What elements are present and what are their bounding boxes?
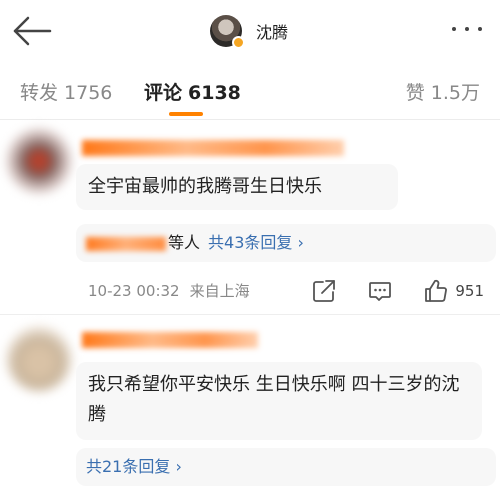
comment-reply-icon[interactable]: [367, 278, 393, 304]
active-tab-indicator: [169, 112, 203, 116]
comment-location: 来自上海: [189, 282, 250, 300]
tab-repost[interactable]: 转发 1756: [20, 78, 112, 105]
thumbs-up-icon[interactable]: [423, 278, 449, 304]
like-count: 951: [455, 282, 484, 300]
comment-item: 全宇宙最帅的我腾哥生日快乐 等人 共43条回复 › 10-23 00:32 来自上海: [0, 120, 500, 314]
comment-date: 10-23 00:32: [88, 282, 180, 300]
replier-names-blurred: [86, 236, 166, 251]
tab-repost-label: 转发: [20, 82, 59, 104]
comment-item: 我只希望你平安快乐 生日快乐啊 四十三岁的沈腾 共21条回复 ›: [0, 316, 500, 500]
tab-comment-count: 6138: [188, 82, 241, 104]
account-header[interactable]: 沈腾: [210, 12, 288, 50]
comment-separator: [0, 314, 500, 315]
commenter-name-blurred[interactable]: [82, 140, 344, 156]
tab-like[interactable]: 赞 1.5万: [406, 78, 480, 105]
view-replies-link[interactable]: 共21条回复 ›: [76, 448, 496, 486]
comment-actions: 951: [311, 278, 484, 304]
comment-text: 我只希望你平安快乐 生日快乐啊 四十三岁的沈腾: [76, 362, 482, 440]
share-icon[interactable]: [311, 278, 337, 304]
post-tabs: 转发 1756 评论 6138 赞 1.5万: [0, 72, 500, 118]
replies-count-link[interactable]: 共21条回复 ›: [86, 457, 182, 476]
more-options-icon[interactable]: [452, 22, 482, 36]
tab-repost-count: 1756: [64, 82, 113, 104]
commenter-name-blurred[interactable]: [82, 332, 258, 348]
comment-meta: 10-23 00:32 来自上海: [88, 280, 250, 301]
verified-badge-icon: [232, 36, 245, 49]
avatar[interactable]: [210, 15, 245, 49]
replies-count-link[interactable]: 共43条回复 ›: [208, 233, 304, 252]
replier-suffix: 等人: [168, 233, 201, 252]
commenter-avatar-blurred[interactable]: [6, 326, 72, 392]
tab-like-count: 1.5万: [430, 82, 480, 104]
account-name[interactable]: 沈腾: [256, 19, 288, 43]
comment-text: 全宇宙最帅的我腾哥生日快乐: [76, 164, 398, 210]
commenter-avatar-blurred[interactable]: [6, 128, 72, 194]
tab-like-label: 赞: [405, 82, 425, 104]
back-arrow-icon[interactable]: [12, 14, 52, 48]
tab-comment-label: 评论: [144, 82, 183, 104]
view-replies-link[interactable]: 等人 共43条回复 ›: [76, 224, 496, 262]
top-bar: 沈腾: [0, 0, 500, 62]
